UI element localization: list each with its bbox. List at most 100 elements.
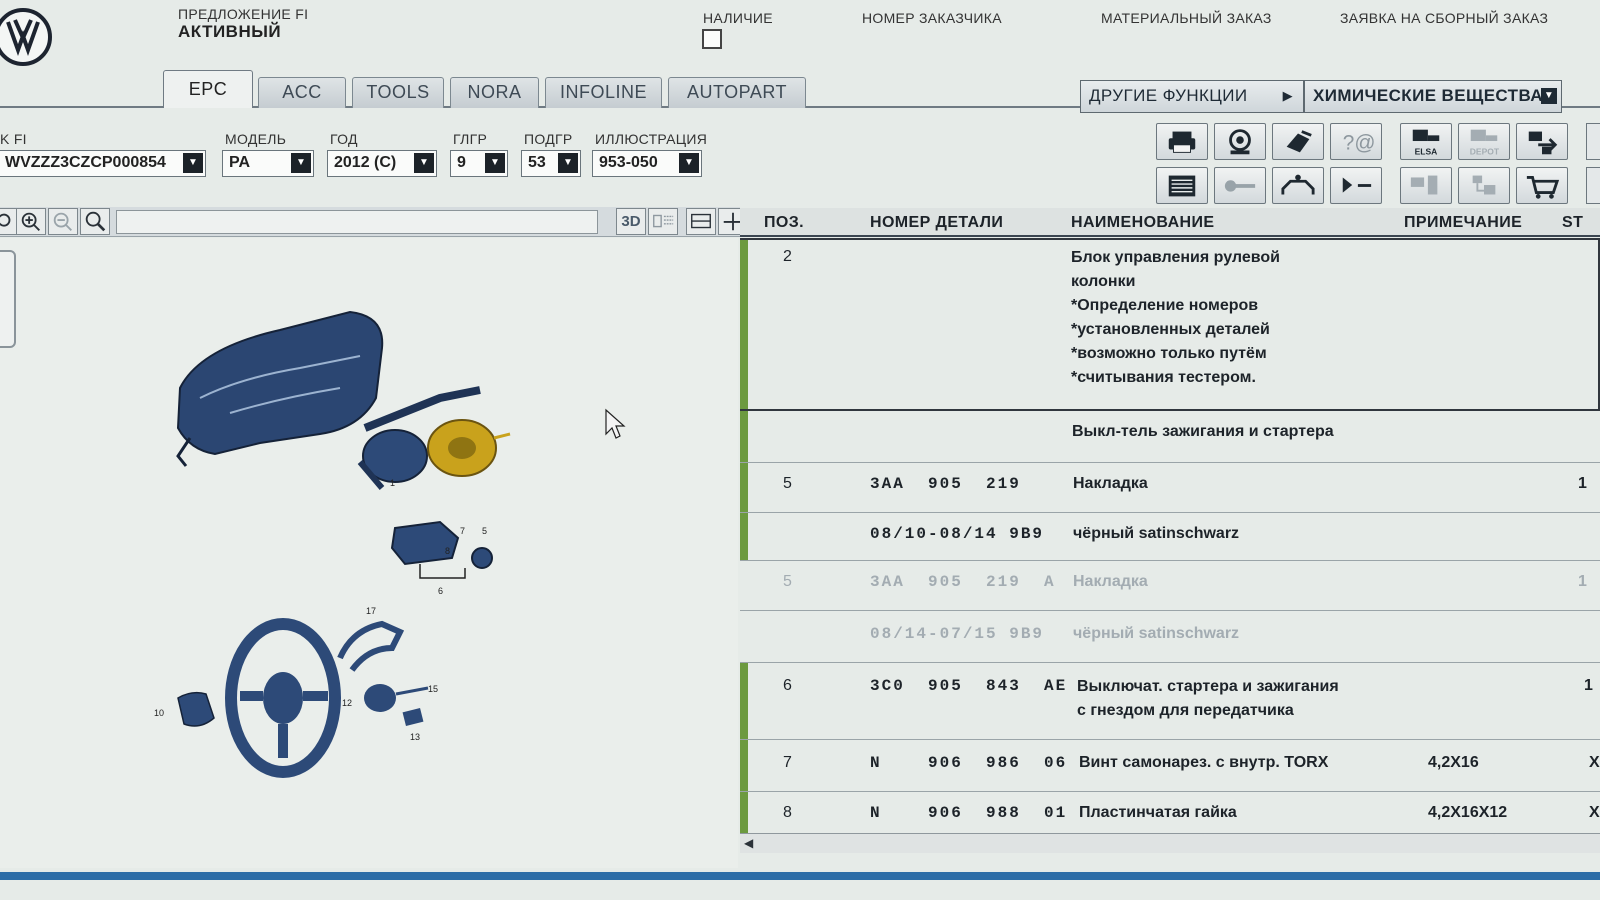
table-row[interactable]: 7 N 906 986 06 Винт самонарез. с внутр. …	[740, 740, 1600, 792]
svg-text:ELSA: ELSA	[1415, 146, 1438, 156]
table-row[interactable]: 08/10-08/14 9B9 чёрный satinschwarz	[740, 513, 1600, 561]
main-group-select[interactable]: 9 ▼	[450, 150, 508, 177]
magnifier-button[interactable]	[80, 208, 110, 235]
vehicle-button[interactable]	[1272, 167, 1324, 204]
year-select[interactable]: 2012 (C) ▼	[327, 150, 437, 177]
help-button[interactable]: ?@	[1330, 123, 1382, 160]
col-note-header[interactable]: ПРИМЕЧАНИЕ	[1404, 214, 1522, 232]
compare-button[interactable]	[1400, 167, 1452, 204]
material-order-label[interactable]: МАТЕРИАЛЬНЫЙ ЗАКАЗ	[1101, 10, 1272, 26]
horizontal-scrollbar[interactable]	[740, 833, 1600, 853]
row-part-number: 08/10-08/14 9B9	[870, 525, 1045, 543]
chevron-down-icon: ▼	[558, 153, 578, 173]
tab-tools[interactable]: TOOLS	[352, 77, 444, 108]
toolbar-overflow-button[interactable]	[1586, 123, 1600, 160]
illustration-canvas[interactable]: 1 7 5 6 8 17 10 12 13 15	[0, 238, 738, 868]
sub-group-select[interactable]: 53 ▼	[521, 150, 581, 177]
vw-logo	[0, 8, 52, 66]
table-row[interactable]: 08/14-07/15 9B9 чёрный satinschwarz	[740, 611, 1600, 663]
search-part-button[interactable]	[1214, 123, 1266, 160]
thumbnail-icon	[653, 214, 674, 228]
tab-autopart[interactable]: AUTOPART	[668, 77, 806, 108]
table-row[interactable]: Выкл-тель зажигания и стартера	[740, 411, 1600, 463]
table-row[interactable]: 5 3AA 905 219 Накладка 1	[740, 463, 1600, 513]
tab-acc[interactable]: ACC	[258, 77, 346, 108]
svg-text:12: 12	[342, 698, 352, 708]
col-pos-header[interactable]: ПОЗ.	[764, 214, 804, 232]
side-panel-toggle[interactable]	[0, 250, 16, 348]
elsa-icon: ELSA	[1412, 129, 1440, 156]
key-button[interactable]	[1214, 167, 1266, 204]
row-marker	[740, 792, 748, 833]
model-select[interactable]: PA ▼	[222, 150, 314, 177]
svg-text:17: 17	[366, 606, 376, 616]
scroll-left-icon[interactable]: ◀	[744, 836, 753, 850]
other-functions-label: ДРУГИЕ ФУНКЦИИ	[1089, 86, 1248, 105]
export-button[interactable]	[1516, 123, 1568, 160]
row-pos: 5	[783, 475, 792, 492]
chemicals-dropdown[interactable]: ХИМИЧЕСКИЕ ВЕЩЕСТВА ▼	[1304, 80, 1562, 113]
illustration-label: ИЛЛЮСТРАЦИЯ	[595, 131, 708, 147]
other-functions-button[interactable]: ДРУГИЕ ФУНКЦИИ ▶	[1080, 80, 1304, 113]
availability-checkbox[interactable]	[702, 29, 722, 49]
zoom-out-button[interactable]	[48, 208, 78, 235]
proposal-status: АКТИВНЫЙ	[178, 22, 282, 41]
illustration-select[interactable]: 953-050 ▼	[592, 150, 702, 177]
print-button[interactable]	[1156, 123, 1208, 160]
table-row[interactable]: 5 3AA 905 219 A Накладка 1	[740, 561, 1600, 611]
illustration-search-field[interactable]	[116, 210, 598, 234]
row-pos: 8	[783, 804, 792, 821]
model-label: МОДЕЛЬ	[225, 131, 287, 147]
caret-right-icon: ▶	[1282, 88, 1293, 103]
tab-nora[interactable]: NORA	[450, 77, 539, 108]
row-qty: X	[1589, 804, 1600, 821]
toolbar-overflow-button[interactable]	[1586, 167, 1600, 204]
customer-number-label[interactable]: НОМЕР ЗАКАЗЧИКА	[862, 10, 1002, 26]
proposal-label: ПРЕДЛОЖЕНИЕ FI	[178, 6, 309, 22]
zoom-in-button[interactable]	[16, 208, 46, 235]
thumbnail-view-button[interactable]	[648, 208, 678, 235]
table-row[interactable]: 6 3C0 905 843 AE Выключат. стартера и за…	[740, 663, 1600, 740]
assembly-order-label[interactable]: ЗАЯВКА НА СБОРНЫЙ ЗАКАЗ	[1340, 10, 1548, 26]
col-name-header[interactable]: НАИМЕНОВАНИЕ	[1071, 214, 1214, 232]
tab-infoline[interactable]: INFOLINE	[545, 77, 662, 108]
row-part-number: 3AA 905 219 A	[870, 573, 1056, 591]
view-3d-button[interactable]: 3D	[616, 208, 646, 235]
fi-select[interactable]: WVZZZ3CZCP000854 ▼	[0, 150, 206, 177]
row-name: Пластинчатая гайка	[1079, 804, 1237, 821]
row-pos: 2	[783, 248, 792, 265]
sub-group-label: ПОДГР	[524, 131, 573, 147]
tree-button[interactable]	[1458, 167, 1510, 204]
year-label: ГОД	[330, 131, 358, 147]
row-qty: 1	[1578, 475, 1587, 492]
key-icon	[1224, 180, 1256, 192]
row-name: Винт самонарез. с внутр. TORX	[1079, 754, 1329, 771]
split-view-button[interactable]	[686, 208, 716, 235]
table-row[interactable]: 2 Блок управления рулевой колонки *Опред…	[740, 238, 1600, 411]
zoom-fit-icon	[0, 213, 11, 227]
steering-column-illustration: 1 7 5 6 8 17 10 12 13 15	[154, 310, 626, 778]
transfer-button[interactable]	[1272, 123, 1324, 160]
elsa-button[interactable]: ELSA	[1400, 123, 1452, 160]
svg-text:DEPOT: DEPOT	[1470, 146, 1500, 156]
help-icon: ?@	[1343, 132, 1376, 155]
play-button[interactable]	[1330, 167, 1382, 204]
chevron-down-icon: ▼	[414, 153, 434, 173]
row-name: Выключат. стартера и зажигания с гнездом…	[1077, 678, 1339, 719]
table-row[interactable]: 8 N 906 988 01 Пластинчатая гайка 4,2X16…	[740, 792, 1600, 833]
depot-button[interactable]: DEPOT	[1458, 123, 1510, 160]
col-part-number-header[interactable]: НОМЕР ДЕТАЛИ	[870, 214, 1003, 232]
list-button[interactable]	[1156, 167, 1208, 204]
row-part-number: N 906 986 06	[870, 754, 1068, 772]
col-qty-header[interactable]: ST	[1562, 214, 1583, 232]
magnifier-icon	[85, 211, 106, 232]
chemicals-label: ХИМИЧЕСКИЕ ВЕЩЕСТВА	[1313, 86, 1543, 105]
row-name: Блок управления рулевой колонки *Определ…	[1071, 249, 1281, 386]
transfer-icon	[1286, 130, 1312, 153]
cart-button[interactable]	[1516, 167, 1568, 204]
sub-group-value: 53	[528, 154, 546, 171]
row-qty: 1	[1578, 573, 1587, 590]
printer-icon	[1168, 131, 1196, 153]
chevron-down-icon: ▼	[1541, 88, 1557, 104]
tab-epc[interactable]: EPC	[163, 70, 253, 108]
